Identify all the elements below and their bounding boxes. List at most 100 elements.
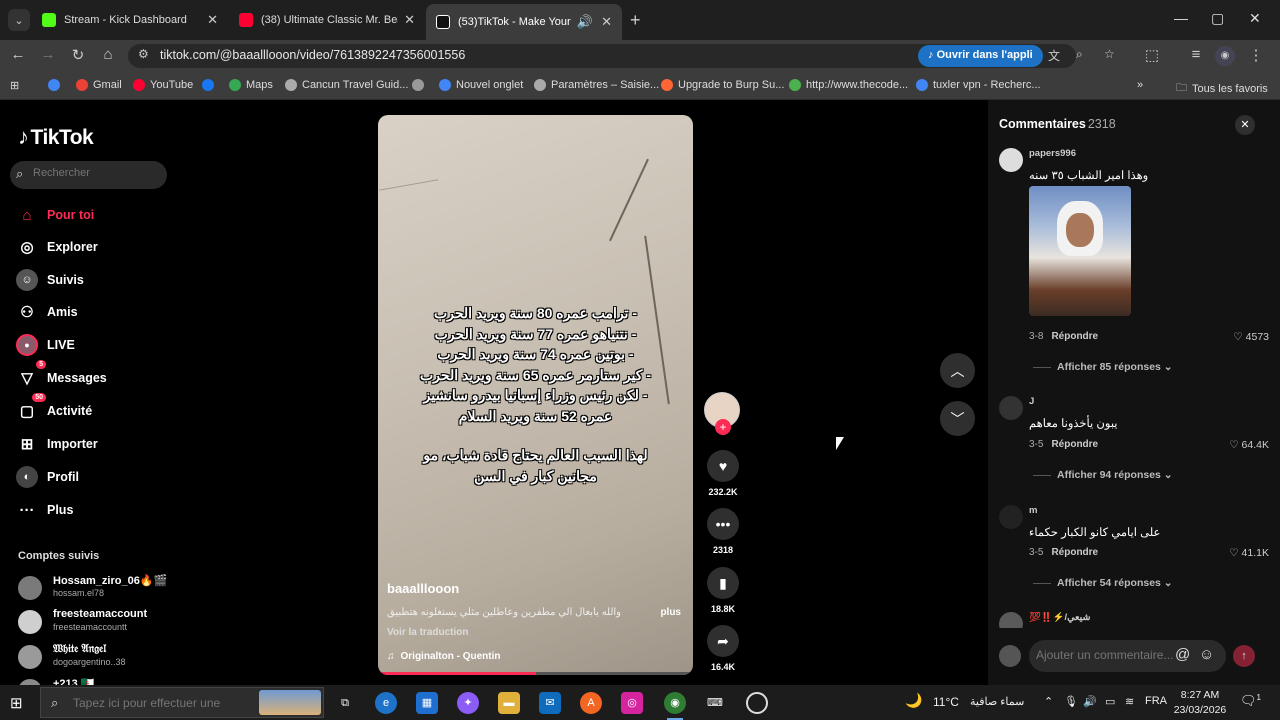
comment-image[interactable] [1029, 186, 1131, 316]
instagram-icon[interactable]: ◎ [621, 692, 643, 714]
share-icon[interactable]: ➦ [707, 625, 739, 657]
forward-button[interactable]: → [38, 46, 58, 63]
avatar[interactable] [999, 612, 1023, 628]
tab-tiktok[interactable]: (53)TikTok - Make Your Day 🔊 ✕ [426, 4, 622, 40]
tab-kick[interactable]: Stream - Kick Dashboard ✕ [32, 6, 228, 34]
weather-moon-icon[interactable]: 🌙 [905, 692, 922, 709]
comment-icon[interactable]: ••• [707, 508, 739, 540]
site-info-icon[interactable]: ⚙ [138, 47, 149, 61]
system-clock[interactable]: 8:27 AM 23/03/2026 [1170, 688, 1230, 718]
close-tab-icon[interactable]: ✕ [404, 12, 415, 28]
show-replies-button[interactable]: Afficher 94 réponses ⌄ [1033, 469, 1173, 481]
omnibox[interactable]: ⚙ tiktok.com/@baaalllooon/video/76138922… [128, 44, 1115, 68]
close-tab-icon[interactable]: ✕ [207, 12, 218, 28]
comment-input-box[interactable]: @ ☺ [1029, 640, 1226, 672]
maximize-button[interactable]: ▢ [1211, 10, 1224, 27]
bookmark-settings[interactable]: Paramètres – Saisie... [534, 79, 659, 91]
like-action[interactable]: ♥ 232.2K [704, 450, 742, 497]
avatar[interactable] [999, 396, 1023, 420]
follow-plus-icon[interactable]: + [715, 419, 731, 435]
next-video-button[interactable]: ﹀ [940, 401, 975, 436]
video-author[interactable]: baaalllooon [387, 581, 459, 596]
avatar[interactable] [999, 505, 1023, 529]
mail-icon[interactable]: ✉ [539, 692, 561, 714]
url-text[interactable]: tiktok.com/@baaalllooon/video/7613892247… [160, 48, 465, 62]
comment-action[interactable]: ••• 2318 [704, 508, 742, 555]
weather-condition[interactable]: سماء صافية [970, 695, 1028, 708]
save-action[interactable]: ▮ 18.8K [704, 567, 742, 614]
comment-like[interactable]: ♡ 4573 [1233, 331, 1269, 343]
all-bookmarks[interactable]: 🗀 Tous les favoris [1176, 79, 1268, 98]
comment-input[interactable] [1036, 648, 1176, 662]
windows-start-icon[interactable]: ⊞ [10, 694, 23, 712]
sidebar-item-following[interactable]: ☺ Suivis [16, 267, 84, 293]
video-player[interactable]: - ترامب عمره 80 سنة ويريد الحرب - نتنياه… [378, 115, 693, 675]
search-input[interactable] [33, 167, 158, 179]
new-tab-button[interactable]: + [630, 10, 641, 31]
open-in-app-button[interactable]: ♪ Ouvrir dans l'appli [918, 45, 1043, 67]
microphone-icon[interactable]: 🎙 [1064, 695, 1078, 708]
comment-user[interactable]: m [1029, 505, 1037, 516]
bookmark-star-icon[interactable]: ☆ [1104, 47, 1115, 61]
tiktok-logo[interactable]: ♪TikTok [18, 124, 94, 150]
video-progress-bar[interactable] [378, 672, 693, 675]
mention-icon[interactable]: @ [1175, 646, 1190, 663]
apps-grid-icon[interactable]: ⊞ [10, 79, 19, 92]
battery-icon[interactable]: ▭ [1105, 695, 1115, 708]
tray-overflow-icon[interactable]: ⌃ [1044, 695, 1053, 708]
back-button[interactable]: ← [8, 46, 28, 63]
task-view-icon[interactable]: ⧉ [334, 692, 356, 714]
obs-icon[interactable] [746, 692, 768, 714]
file-explorer-icon[interactable]: ▬ [498, 692, 520, 714]
bookmark-facebook[interactable] [202, 79, 219, 91]
zoom-icon[interactable]: ⌕ [1076, 47, 1083, 62]
bookmark-icon[interactable]: ▮ [707, 567, 739, 599]
home-button[interactable]: ⌂ [98, 46, 118, 63]
reply-button[interactable]: Répondre [1051, 439, 1098, 450]
tab-search-button[interactable]: ⌄ [8, 9, 30, 31]
avatar[interactable] [999, 148, 1023, 172]
window-close-button[interactable]: ✕ [1249, 10, 1261, 27]
bookmark-cancun[interactable]: Cancun Travel Guid... [285, 79, 408, 91]
sidebar-item-explore[interactable]: ◎ Explorer [16, 234, 97, 260]
close-comments-button[interactable]: ✕ [1235, 115, 1255, 135]
minimize-button[interactable]: — [1174, 10, 1188, 26]
comment-like[interactable]: ♡ 64.4K [1229, 439, 1269, 451]
bookmark-drive[interactable] [48, 79, 65, 91]
bookmark-youtube[interactable]: YouTube [133, 79, 193, 91]
share-action[interactable]: ➦ 16.4K [704, 625, 742, 672]
chrome-icon[interactable]: ◉ [664, 692, 686, 720]
sidebar-item-for-you[interactable]: ⌂ Pour toi [16, 202, 94, 228]
reply-button[interactable]: Répondre [1051, 547, 1098, 558]
notification-center-icon[interactable]: 🗨1 [1240, 693, 1261, 709]
description-more-button[interactable]: plus [660, 607, 681, 618]
show-replies-button[interactable]: Afficher 54 réponses ⌄ [1033, 577, 1173, 589]
bookmark-gmail[interactable]: Gmail [76, 79, 122, 91]
sidebar-item-upload[interactable]: ⊞ Importer [16, 431, 98, 457]
reply-button[interactable]: Répondre [1051, 331, 1098, 342]
wifi-icon[interactable]: ≋ [1125, 695, 1134, 708]
chrome-menu-icon[interactable]: ⋮ [1246, 46, 1266, 64]
weather-temperature[interactable]: 11°C [933, 695, 959, 709]
media-control-icon[interactable]: ≡ [1186, 46, 1206, 63]
sidebar-item-friends[interactable]: ⚇ Amis [16, 299, 77, 325]
translate-icon[interactable]: 文 [1048, 47, 1060, 64]
sidebar-item-messages[interactable]: ▽ 5 Messages [16, 360, 107, 391]
speaker-icon[interactable]: 🔊 [577, 14, 593, 30]
bookmark-maps[interactable]: Maps [229, 79, 273, 91]
comment-user[interactable]: شيعي/⚡️‼️💯 [1029, 612, 1090, 623]
comment-user[interactable]: J [1029, 396, 1034, 407]
store-icon[interactable]: ▦ [416, 692, 438, 714]
bookmark-new-tab[interactable]: Nouvel onglet [439, 79, 523, 91]
bookmark-burp[interactable]: Upgrade to Burp Su... [661, 79, 784, 91]
heart-icon[interactable]: ♥ [707, 450, 739, 482]
edge-icon[interactable]: e [375, 692, 397, 714]
bookmark-tuxler[interactable]: tuxler vpn - Recherc... [916, 79, 1041, 91]
emoji-icon[interactable]: ☺ [1199, 646, 1214, 663]
translate-button[interactable]: Voir la traduction [387, 627, 469, 638]
comment-like[interactable]: ♡ 41.1K [1229, 547, 1269, 559]
close-tab-icon[interactable]: ✕ [601, 14, 612, 30]
sidebar-item-live[interactable]: ● LIVE [16, 332, 75, 358]
sidebar-item-more[interactable]: ··· Plus [16, 497, 74, 523]
reload-button[interactable]: ↻ [68, 46, 88, 64]
